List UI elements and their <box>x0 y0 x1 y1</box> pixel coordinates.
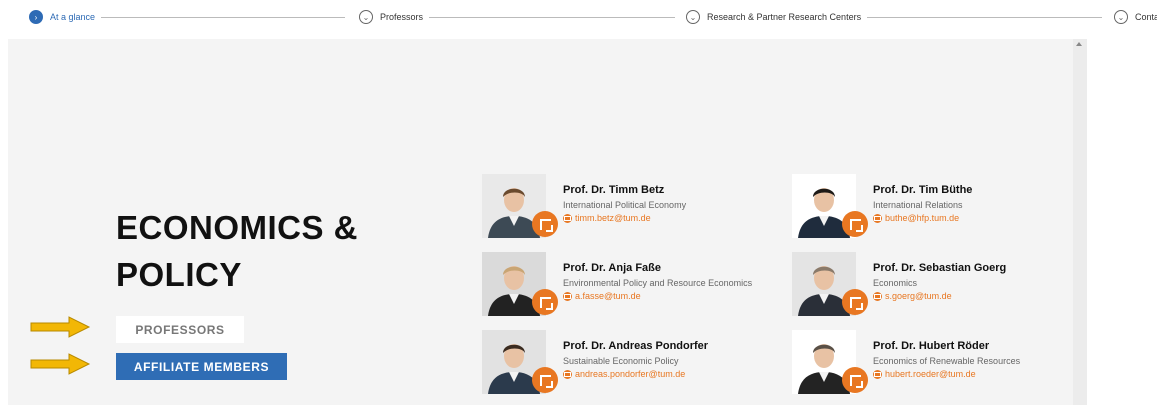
professor-email-link[interactable]: andreas.pondorfer@tum.de <box>563 369 685 379</box>
professor-email-link[interactable]: hubert.roeder@tum.de <box>873 369 976 379</box>
professor-name[interactable]: Prof. Dr. Anja Faße <box>563 262 661 274</box>
step-label: At a glance <box>50 12 96 22</box>
email-icon <box>873 213 882 223</box>
professor-field: Economics <box>873 278 918 288</box>
step-connector <box>425 17 675 18</box>
step-label: Professors <box>380 12 424 22</box>
professor-card[interactable]: Prof. Dr. Andreas Pondorfer Sustainable … <box>482 330 782 396</box>
step-contact[interactable]: ⌄ Contac <box>1112 10 1157 24</box>
email-text: a.fasse@tum.de <box>575 291 641 301</box>
professor-name[interactable]: Prof. Dr. Tim Büthe <box>873 184 972 196</box>
arrow-right-icon <box>30 353 91 375</box>
email-text: buthe@hfp.tum.de <box>885 213 960 223</box>
chevron-right-icon: › <box>29 10 43 24</box>
expand-icon[interactable] <box>842 211 868 237</box>
expand-icon[interactable] <box>842 289 868 315</box>
professor-email-link[interactable]: a.fasse@tum.de <box>563 291 641 301</box>
step-at-a-glance[interactable]: › At a glance <box>29 10 102 24</box>
professor-card[interactable]: Prof. Dr. Sebastian Goerg Economics s.go… <box>792 252 1092 318</box>
step-navigation: › At a glance ⌄ Professors ⌄ Research & … <box>0 0 1157 38</box>
email-icon <box>563 369 572 379</box>
professor-field: Economics of Renewable Resources <box>873 356 1021 366</box>
professor-email-link[interactable]: buthe@hfp.tum.de <box>873 213 959 223</box>
email-icon <box>873 291 882 301</box>
professor-field: International Relations <box>873 200 963 210</box>
page-title: ECONOMICS & POLICY <box>116 204 416 298</box>
professor-card[interactable]: Prof. Dr. Hubert Röder Economics of Rene… <box>792 330 1092 396</box>
affiliate-members-button[interactable]: AFFILIATE MEMBERS <box>116 353 287 380</box>
email-text: s.goerg@tum.de <box>885 291 952 301</box>
title-line-1: ECONOMICS & <box>116 209 359 246</box>
professor-card[interactable]: Prof. Dr. Anja Faße Environmental Policy… <box>482 252 782 318</box>
expand-icon[interactable] <box>532 367 558 393</box>
professor-name[interactable]: Prof. Dr. Timm Betz <box>563 184 664 196</box>
professor-card[interactable]: Prof. Dr. Timm Betz International Politi… <box>482 174 782 240</box>
expand-icon[interactable] <box>532 211 558 237</box>
professor-field: International Political Economy <box>563 200 687 210</box>
professor-field: Sustainable Economic Policy <box>563 356 679 366</box>
professors-button[interactable]: PROFESSORS <box>116 316 244 343</box>
step-connector <box>100 17 345 18</box>
email-icon <box>563 213 572 223</box>
professor-name[interactable]: Prof. Dr. Hubert Röder <box>873 340 989 352</box>
email-icon <box>563 291 572 301</box>
step-label: Research & Partner Research Centers <box>707 12 862 22</box>
email-text: timm.betz@tum.de <box>575 213 651 223</box>
step-connector <box>852 17 1102 18</box>
chevron-down-icon: ⌄ <box>1114 10 1128 24</box>
professor-name[interactable]: Prof. Dr. Andreas Pondorfer <box>563 340 708 352</box>
professor-email-link[interactable]: timm.betz@tum.de <box>563 213 651 223</box>
chevron-down-icon: ⌄ <box>686 10 700 24</box>
expand-icon[interactable] <box>532 289 558 315</box>
expand-icon[interactable] <box>842 367 868 393</box>
professor-card[interactable]: Prof. Dr. Tim Büthe International Relati… <box>792 174 1092 240</box>
professor-email-link[interactable]: s.goerg@tum.de <box>873 291 952 301</box>
professor-field: Environmental Policy and Resource Econom… <box>563 278 753 288</box>
step-label: Contac <box>1135 12 1157 22</box>
arrow-right-icon <box>30 316 91 338</box>
professor-name[interactable]: Prof. Dr. Sebastian Goerg <box>873 262 1006 274</box>
step-professors[interactable]: ⌄ Professors <box>357 10 430 24</box>
scroll-up-arrow-icon[interactable] <box>1076 42 1082 46</box>
title-line-2: POLICY <box>116 256 242 293</box>
email-icon <box>873 369 882 379</box>
email-text: hubert.roeder@tum.de <box>885 369 976 379</box>
chevron-down-icon: ⌄ <box>359 10 373 24</box>
step-research-centers[interactable]: ⌄ Research & Partner Research Centers <box>684 10 868 24</box>
email-text: andreas.pondorfer@tum.de <box>575 369 686 379</box>
